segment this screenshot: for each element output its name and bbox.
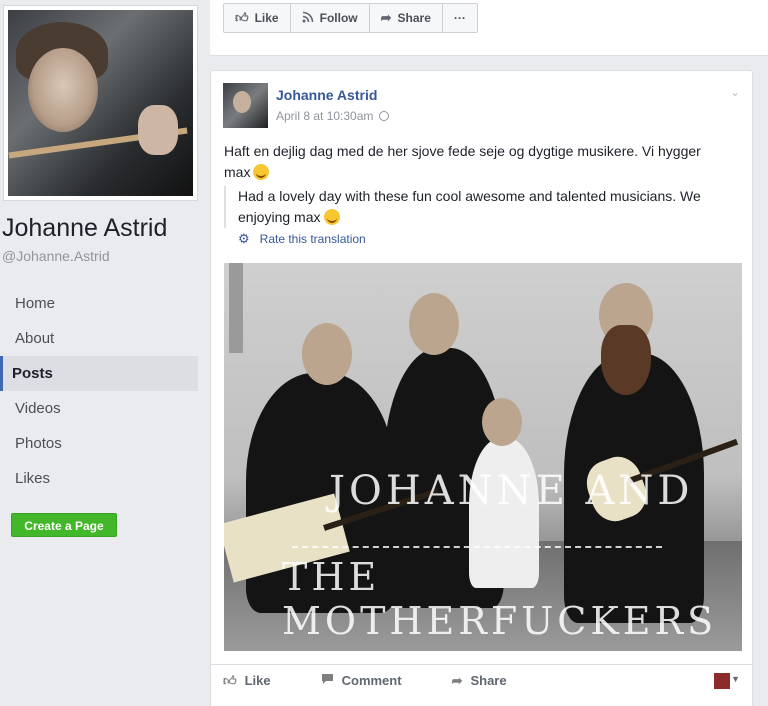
nav-item-photos[interactable]: Photos [0, 426, 198, 461]
post-text-body: Haft en dejlig dag med de her sjove fede… [224, 143, 701, 180]
nav-item-home[interactable]: Home [0, 286, 198, 321]
post-translation: Had a lovely day with these fun cool awe… [224, 186, 734, 228]
rate-translation-label: Rate this translation [259, 232, 366, 246]
thumbs-up-icon: 👍︎ [235, 10, 249, 25]
photo-head-girl [482, 398, 522, 446]
share-page-label: Share [397, 11, 431, 25]
post-photo[interactable]: JOHANNE AND THE MOTHERFUCKERS [224, 263, 742, 651]
post-like-label: Like [244, 673, 271, 688]
post-timestamp[interactable]: April 8 at 10:30am [276, 109, 373, 123]
rss-icon [302, 11, 314, 26]
photo-watermark-line2: THE MOTHERFUCKERS [282, 555, 718, 643]
follow-page-button[interactable]: Follow [291, 4, 370, 32]
comment-icon [321, 673, 334, 688]
caret-down-icon[interactable]: ▼ [731, 674, 740, 684]
gear-icon: ⚙ [238, 231, 250, 246]
author-avatar[interactable] [223, 83, 268, 128]
nav-item-likes[interactable]: Likes [0, 461, 198, 496]
smile-emoji-icon [323, 209, 340, 225]
profile-picture[interactable] [3, 5, 198, 201]
create-page-button[interactable]: Create a Page [11, 513, 117, 537]
page-name[interactable]: Johanne Astrid [2, 214, 167, 243]
page-action-card: 👍︎ Like Follow ➦ Share ··· [210, 0, 768, 56]
post-action-bar: 👍︎ Like Comment ➦ Share ▼ [211, 664, 752, 696]
photo-watermark-line1: JOHANNE AND [329, 468, 694, 514]
follow-page-label: Follow [319, 11, 358, 25]
post-share-label: Share [470, 673, 507, 688]
nav-item-about[interactable]: About [0, 321, 198, 356]
share-arrow-icon: ➦ [380, 10, 392, 25]
profile-photo [8, 10, 193, 196]
photo-head-middle [409, 293, 459, 355]
photo-beard [601, 325, 651, 395]
thumbs-up-icon: 👍︎ [223, 672, 237, 688]
photo-hand [138, 105, 178, 155]
left-column: Johanne Astrid @Johanne.Astrid Home Abou… [0, 0, 210, 706]
translation-text: Had a lovely day with these fun cool awe… [238, 188, 701, 225]
nav-item-posts[interactable]: Posts [0, 356, 198, 391]
smile-emoji-icon [253, 164, 270, 180]
post-comment-label: Comment [341, 673, 402, 688]
post-author[interactable]: Johanne Astrid [276, 87, 377, 103]
photo-pipe [229, 263, 243, 353]
post-like-button[interactable]: 👍︎ Like [223, 673, 271, 689]
more-options-button[interactable]: ··· [443, 4, 477, 32]
like-page-button[interactable]: 👍︎ Like [224, 4, 291, 32]
share-arrow-icon: ➦ [451, 672, 463, 688]
page-action-bar: 👍︎ Like Follow ➦ Share ··· [223, 3, 478, 33]
share-page-button[interactable]: ➦ Share [370, 4, 443, 32]
post-as-avatar[interactable] [714, 673, 730, 689]
chevron-down-icon[interactable]: ⌄ [730, 85, 740, 99]
post-share-button[interactable]: ➦ Share [452, 673, 507, 689]
rate-translation-link[interactable]: ⚙ Rate this translation [238, 231, 366, 247]
post-comment-button[interactable]: Comment [321, 673, 402, 688]
page-handle[interactable]: @Johanne.Astrid [2, 248, 110, 264]
photo-watermark-divider [292, 546, 662, 552]
post-meta: April 8 at 10:30am [276, 109, 390, 123]
more-dots-icon: ··· [453, 11, 466, 25]
post-text: Haft en dejlig dag med de her sjove fede… [224, 141, 724, 183]
photo-face [28, 48, 98, 132]
globe-icon [379, 111, 390, 121]
page-nav: Home About Posts Videos Photos Likes [0, 286, 198, 496]
photo-head-left [302, 323, 352, 385]
post-card: Johanne Astrid April 8 at 10:30am ⌄ Haft… [210, 70, 753, 706]
like-page-label: Like [254, 11, 279, 25]
nav-item-videos[interactable]: Videos [0, 391, 198, 426]
